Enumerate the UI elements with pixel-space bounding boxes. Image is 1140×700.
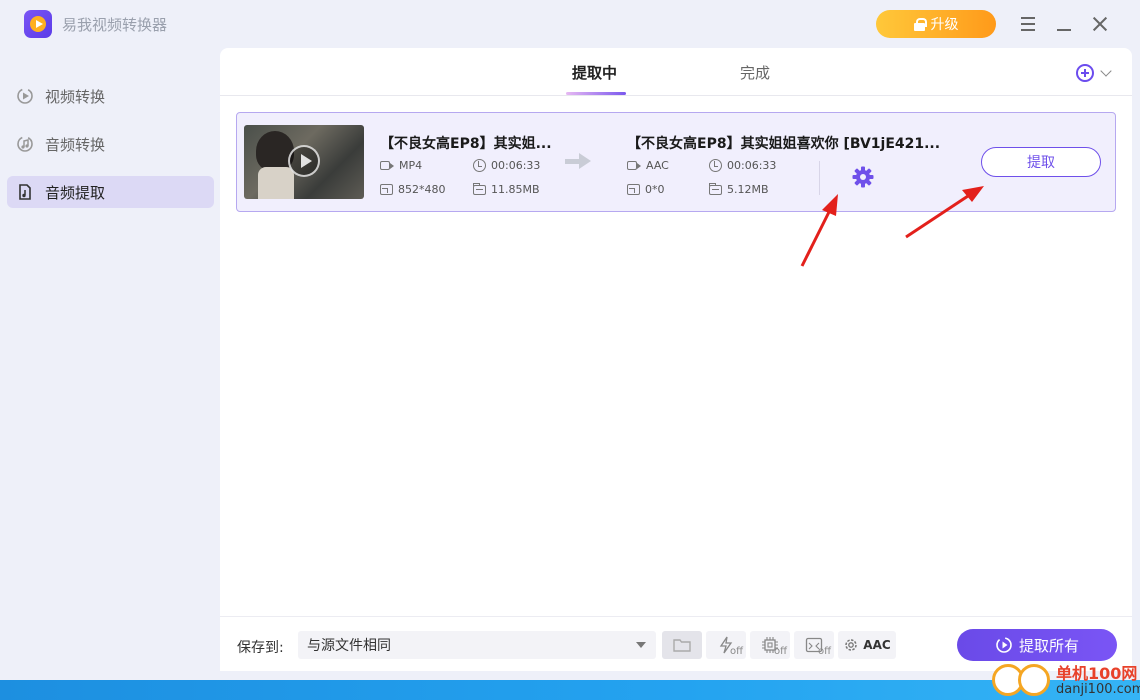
output-format-value: AAC [646, 159, 669, 172]
add-file-icon[interactable] [1076, 64, 1094, 82]
source-format-value: MP4 [399, 159, 423, 172]
divider [819, 161, 820, 195]
source-size-value: 11.85MB [491, 183, 540, 196]
output-size: 5.12MB [709, 182, 769, 196]
watermark-logo-icon [1018, 664, 1050, 696]
watermark: 单机100网 danji100.com [992, 660, 1140, 700]
output-resolution-value: 0*0 [645, 183, 665, 196]
source-duration-value: 00:06:33 [491, 159, 541, 172]
source-format: MP4 [380, 159, 422, 172]
video-thumbnail[interactable] [244, 125, 364, 199]
resolution-icon [380, 184, 393, 195]
output-format-label: AAC [863, 638, 891, 652]
source-file-name: 【不良女高EP8】其实姐... [380, 136, 552, 152]
clock-icon [709, 159, 722, 172]
source-resolution: 852*480 [380, 183, 446, 196]
tab-bar: 提取中 完成 [220, 48, 1132, 96]
sidebar: 视频转换 音频转换 音频提取 [0, 48, 220, 680]
extract-all-button[interactable]: 提取所有 [957, 629, 1117, 661]
watermark-line1: 单机100网 [1056, 664, 1138, 683]
audio-convert-icon [15, 134, 35, 154]
sidebar-item-label: 音频转换 [45, 135, 106, 154]
extract-button[interactable]: 提取 [981, 147, 1101, 177]
sidebar-item-label: 音频提取 [45, 183, 106, 202]
source-size: 11.85MB [473, 182, 540, 196]
preview-toggle[interactable]: off [794, 631, 834, 659]
extract-all-label: 提取所有 [1018, 636, 1079, 655]
audio-extract-icon [15, 182, 35, 202]
sidebar-item-label: 视频转换 [45, 87, 106, 106]
title-bar: 易我视频转换器 升级 [0, 0, 1140, 48]
video-convert-icon [15, 86, 35, 106]
save-location-select[interactable]: 与源文件相同 [298, 631, 656, 659]
settings-gear-icon[interactable] [851, 165, 875, 189]
task-card: 【不良女高EP8】其实姐... MP4 00:06:33 852*480 11.… [236, 112, 1116, 212]
tab-extracting[interactable]: 提取中 [572, 62, 617, 83]
close-icon[interactable] [1088, 12, 1112, 36]
chevron-down-icon[interactable] [1100, 65, 1112, 77]
off-label: off [729, 646, 743, 657]
output-format-setting[interactable]: AAC [838, 631, 896, 659]
resolution-icon [627, 184, 640, 195]
tab-done[interactable]: 完成 [740, 62, 770, 83]
save-location-value: 与源文件相同 [307, 638, 391, 654]
folder-size-icon [709, 182, 722, 195]
video-format-icon [627, 161, 641, 170]
lock-icon [913, 17, 927, 31]
upgrade-label: 升级 [930, 17, 959, 33]
tab-indicator [566, 92, 626, 95]
save-to-label: 保存到: [237, 640, 284, 656]
open-folder-button[interactable] [662, 631, 702, 659]
source-duration: 00:06:33 [473, 159, 540, 172]
app-title: 易我视频转换器 [62, 16, 168, 34]
gpu-toggle[interactable]: off [750, 631, 790, 659]
output-size-value: 5.12MB [727, 183, 769, 196]
upgrade-button[interactable]: 升级 [876, 10, 996, 38]
app-logo-icon [24, 10, 52, 38]
play-icon[interactable] [288, 145, 320, 177]
off-label: off [817, 646, 831, 657]
arrow-right-icon [565, 153, 593, 169]
menu-icon[interactable] [1016, 12, 1040, 36]
main-panel: 提取中 完成 【不良女高EP8】其实姐... MP4 00:06:33 852*… [220, 48, 1132, 671]
video-format-icon [380, 161, 394, 170]
sidebar-item-audio-extract[interactable]: 音频提取 [7, 176, 214, 208]
watermark-line2: danji100.com [1056, 682, 1140, 697]
source-resolution-value: 852*480 [398, 183, 446, 196]
folder-size-icon [473, 182, 486, 195]
output-duration: 00:06:33 [709, 159, 776, 172]
sidebar-item-audio-convert[interactable]: 音频转换 [7, 128, 214, 160]
caret-down-icon [636, 642, 646, 648]
sidebar-item-video-convert[interactable]: 视频转换 [7, 80, 214, 112]
output-file-name: 【不良女高EP8】其实姐姐喜欢你 [BV1jE421... [627, 136, 941, 152]
minimize-icon[interactable] [1052, 12, 1076, 36]
hardware-accel-toggle[interactable]: off [706, 631, 746, 659]
app-window: 易我视频转换器 升级 视频转换 音频转换 音频提取 提取中 完成 【不良女高EP… [0, 0, 1140, 680]
output-duration-value: 00:06:33 [727, 159, 777, 172]
extract-all-icon [996, 637, 1012, 653]
desktop-taskbar-strip [0, 680, 1140, 700]
gear-icon [845, 639, 858, 651]
off-label: off [773, 646, 787, 657]
output-format: AAC [627, 159, 669, 172]
clock-icon [473, 159, 486, 172]
folder-icon [673, 639, 691, 652]
output-resolution: 0*0 [627, 183, 665, 196]
